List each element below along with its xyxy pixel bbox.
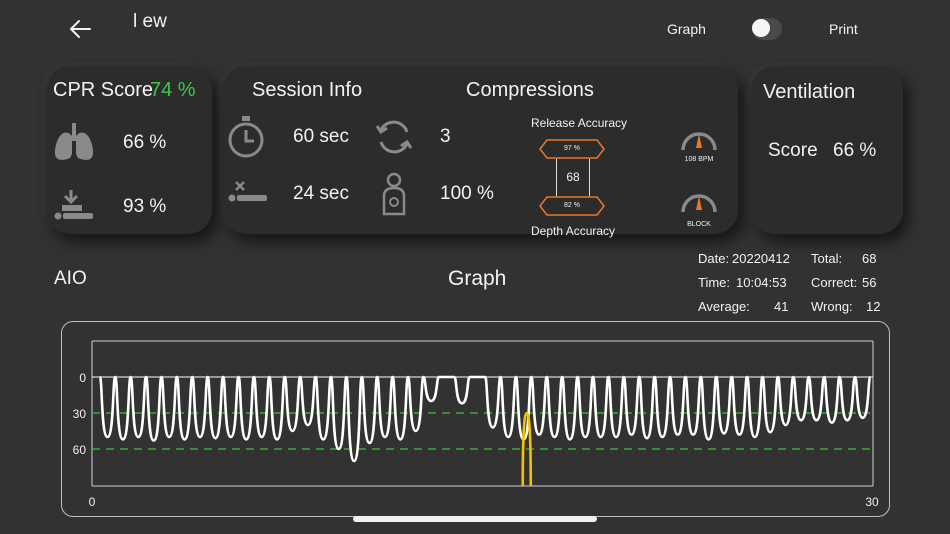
ventilation-score-value: 66 % [833,140,877,161]
cycle-icon [373,116,415,163]
back-button[interactable] [66,14,96,44]
release-accuracy-label: Release Accuracy [531,116,628,130]
arrow-left-icon [70,20,91,38]
compression-count-value: 68 [566,170,580,184]
cpr-score-title: CPR Score [53,79,154,101]
user-name: l ew [133,11,167,32]
correct-label: Correct: [811,275,858,290]
mode-label: AIO [54,268,87,289]
graph-title: Graph [448,267,507,290]
session-title: Session Info [252,79,363,101]
toggle-knob [752,19,770,37]
graph-toggle[interactable] [752,18,782,40]
compression-person-icon [52,188,96,229]
cpr-score-value: 74 % [150,79,196,101]
print-button[interactable]: Print [829,21,858,37]
ventilation-title: Ventilation [763,81,856,103]
time-label: Time: [698,275,731,290]
lungs-icon [52,120,96,169]
hand-position-icon [378,172,410,221]
correct-value: 56 [862,275,877,290]
total-label: Total: [811,251,843,266]
release-accuracy-hex: 97 % [539,139,605,159]
wrong-value: 12 [866,299,881,314]
depth-accuracy-label: Depth Accuracy [531,224,616,238]
time-value: 10:04:53 [736,275,787,290]
graph-frame [61,321,890,517]
hands-off-value: 24 sec [293,183,349,204]
session-time-value: 60 sec [293,126,349,147]
average-value: 41 [774,299,789,314]
total-value: 68 [862,251,877,266]
compression-value: 93 % [123,196,167,217]
home-indicator[interactable] [353,516,597,522]
wrong-label: Wrong: [811,299,853,314]
date-value: 20220412 [732,251,790,266]
hands-off-icon [226,180,268,211]
depth-accuracy-value: 82 % [564,202,580,209]
depth-accuracy-hex: 82 % [539,196,605,216]
date-label: Date: [698,251,730,266]
rate-label: 108 BPM [684,156,714,163]
average-label: Average: [698,299,750,314]
compressions-title: Compressions [466,79,594,101]
hand-position-value: 100 % [440,183,494,204]
ventilation-score-label: Score [768,140,818,161]
graph-toggle-label: Graph [667,21,706,37]
cycles-value: 3 [440,126,451,147]
rate-gauge-icon [680,122,718,159]
release-accuracy-value: 97 % [564,145,580,152]
lungs-value: 66 % [123,132,167,153]
block-gauge-icon [680,184,718,221]
block-label: BLOCK [687,221,711,228]
stopwatch-icon [226,114,266,165]
